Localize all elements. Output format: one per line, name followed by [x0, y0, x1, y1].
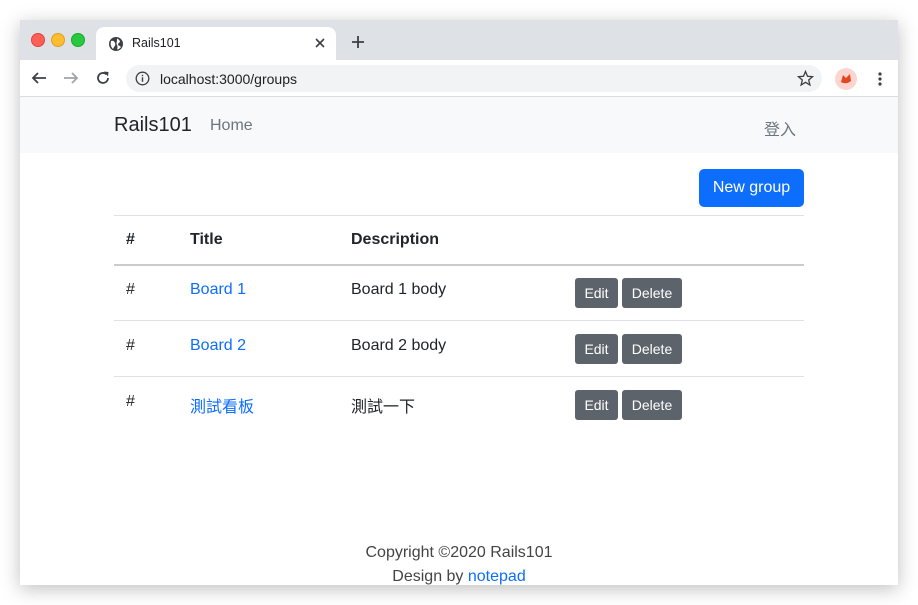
- group-description: Board 2 body: [351, 337, 447, 354]
- back-arrow-icon[interactable]: [30, 69, 48, 87]
- new-group-button[interactable]: New group: [699, 169, 804, 207]
- info-icon[interactable]: [135, 71, 150, 86]
- delete-button[interactable]: Delete: [622, 334, 682, 364]
- profile-avatar[interactable]: [835, 68, 857, 90]
- bookmark-star-icon[interactable]: [797, 70, 814, 87]
- reload-icon[interactable]: [94, 69, 112, 87]
- browser-tab[interactable]: Rails101: [96, 27, 336, 60]
- menu-icon[interactable]: [872, 70, 888, 88]
- edit-button[interactable]: Edit: [575, 390, 618, 420]
- row-hash: #: [126, 393, 135, 410]
- browser-toolbar: localhost:3000/groups: [20, 60, 898, 97]
- header-title: Title: [190, 231, 223, 248]
- notepad-link[interactable]: notepad: [468, 568, 526, 585]
- new-tab-icon[interactable]: [350, 34, 366, 50]
- nav-home-link[interactable]: Home: [210, 117, 253, 135]
- delete-button[interactable]: Delete: [622, 390, 682, 420]
- globe-icon: [109, 37, 123, 51]
- group-title-link[interactable]: 測試看板: [190, 393, 254, 417]
- forward-arrow-icon[interactable]: [62, 69, 80, 87]
- table-row: # Board 2 Board 2 body Edit Delete: [114, 321, 804, 377]
- close-window-button[interactable]: [31, 33, 45, 47]
- group-title-link[interactable]: Board 1: [190, 281, 246, 299]
- design-credit: Design by notepad: [20, 565, 898, 585]
- row-hash: #: [126, 281, 135, 298]
- nav-login-link[interactable]: 登入: [764, 116, 796, 140]
- design-prefix: Design by: [392, 568, 468, 585]
- close-tab-icon[interactable]: [312, 35, 328, 51]
- minimize-window-button[interactable]: [51, 33, 65, 47]
- tab-title: Rails101: [132, 36, 181, 50]
- brand-link[interactable]: Rails101: [114, 114, 192, 137]
- delete-button[interactable]: Delete: [622, 278, 682, 308]
- maximize-window-button[interactable]: [71, 33, 85, 47]
- page-footer: Copyright ©2020 Rails101 Design by notep…: [20, 541, 898, 585]
- site-navbar: Rails101 Home 登入: [20, 97, 898, 153]
- copyright-text: Copyright ©2020 Rails101: [365, 544, 553, 561]
- tab-strip: Rails101: [20, 20, 898, 60]
- fox-icon: [841, 74, 851, 84]
- edit-button[interactable]: Edit: [575, 334, 618, 364]
- group-title-link[interactable]: Board 2: [190, 337, 246, 355]
- edit-button[interactable]: Edit: [575, 278, 618, 308]
- address-bar[interactable]: localhost:3000/groups: [126, 65, 822, 92]
- table-row: # Board 1 Board 1 body Edit Delete: [114, 265, 804, 321]
- table-row: # 測試看板 測試一下 Edit Delete: [114, 377, 804, 432]
- row-hash: #: [126, 337, 135, 354]
- url-text: localhost:3000/groups: [160, 71, 297, 87]
- header-hash: #: [126, 231, 135, 248]
- table-header: # Title Description: [114, 215, 804, 266]
- header-description: Description: [351, 231, 440, 248]
- group-description: 測試一下: [351, 399, 416, 416]
- group-description: Board 1 body: [351, 281, 447, 298]
- page-content: Rails101 Home 登入 New group # Title Descr…: [20, 97, 898, 585]
- browser-window: Rails101 localhost:3000/groups Rails101 …: [20, 20, 898, 585]
